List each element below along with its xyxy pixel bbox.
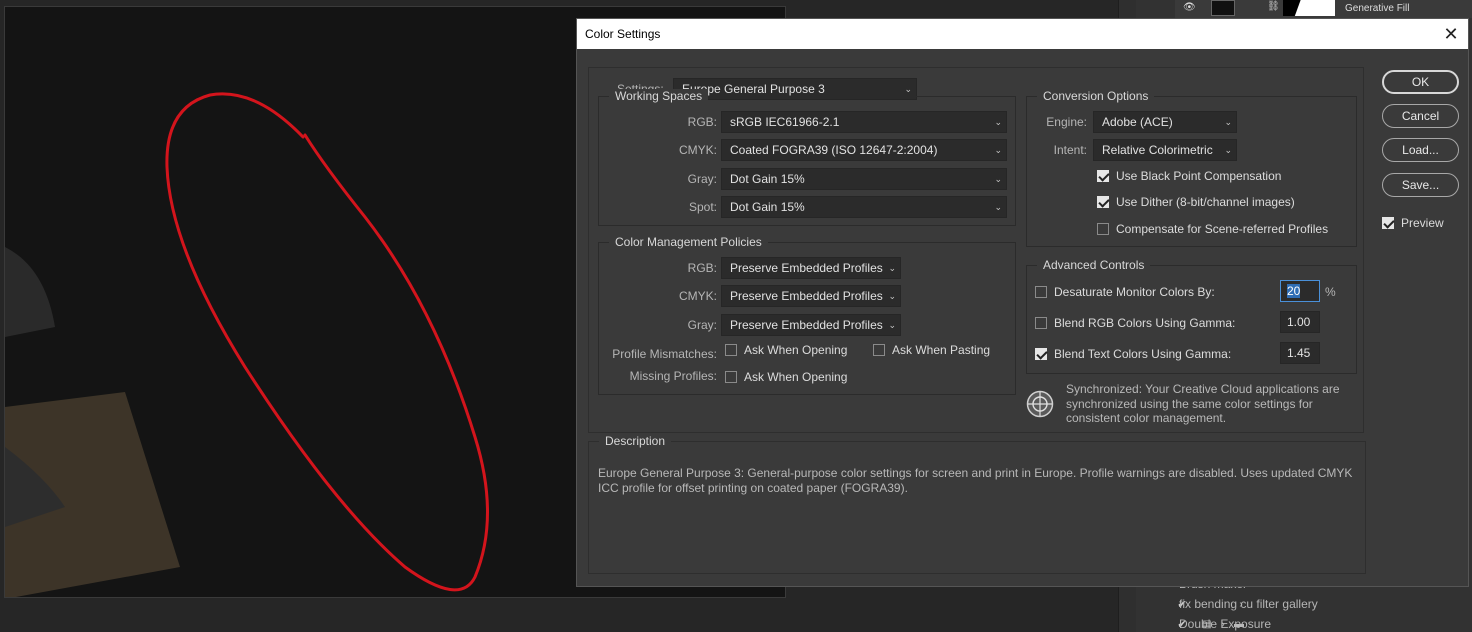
sync-status-text: Synchronized: Your Creative Cloud applic… xyxy=(1066,382,1340,425)
chevron-down-icon: ⌄ xyxy=(1224,145,1232,155)
dialog-title: Color Settings xyxy=(585,27,661,41)
scene-referred-checkbox[interactable]: Compensate for Scene-referred Profiles xyxy=(1097,222,1328,236)
working-spot-select[interactable]: Dot Gain 15% ⌄ xyxy=(721,196,1007,218)
black-point-compensation-checkbox[interactable]: Use Black Point Compensation xyxy=(1097,169,1281,183)
chevron-down-icon: ⌄ xyxy=(888,320,896,330)
layer-generative-fill[interactable]: 👁 ⛓ Generative Fill xyxy=(1175,0,1472,18)
mismatch-ask-opening-checkbox[interactable]: Ask When Opening xyxy=(725,343,847,357)
load-button[interactable]: Load... xyxy=(1382,138,1459,162)
sync-globe-icon xyxy=(1026,390,1054,418)
use-dither-checkbox[interactable]: Use Dither (8-bit/channel images) xyxy=(1097,195,1295,209)
layer-name: Double Exposure xyxy=(1179,617,1272,631)
rgb-label: RGB: xyxy=(687,115,717,129)
settings-group: Settings: Europe General Purpose 3⌄ Work… xyxy=(588,67,1364,433)
spot-label: Spot: xyxy=(688,200,717,214)
chevron-down-icon: ⌄ xyxy=(994,202,1002,212)
ok-button[interactable]: OK xyxy=(1382,70,1459,94)
working-rgb-select[interactable]: sRGB IEC61966-2.1 ⌄ xyxy=(721,111,1007,133)
missing-profiles-label: Missing Profiles: xyxy=(629,369,717,383)
layer-mask-thumbnail xyxy=(1283,0,1335,16)
blend-text-gamma-input[interactable]: 1.45 xyxy=(1280,342,1320,364)
link-chain-icon[interactable]: ⛓ xyxy=(1267,1,1280,12)
dialog-titlebar: Color Settings ✕ xyxy=(577,19,1468,49)
advanced-controls-title: Advanced Controls xyxy=(1037,258,1151,272)
save-button[interactable]: Save... xyxy=(1382,173,1459,197)
working-cmyk-select[interactable]: Coated FOGRA39 (ISO 12647-2:2004) ⌄ xyxy=(721,139,1007,161)
desaturate-checkbox[interactable]: Desaturate Monitor Colors By: xyxy=(1035,285,1215,299)
cmyk-label: CMYK: xyxy=(678,143,717,157)
layer-row[interactable]: ✔ › fix bending cu filter gallery xyxy=(1175,594,1472,614)
gray-label: Gray: xyxy=(687,172,717,186)
percent-label: % xyxy=(1325,285,1336,299)
layer-name: fix bending cu filter gallery xyxy=(1179,597,1318,611)
engine-label: Engine: xyxy=(1046,115,1087,129)
policy-rgb-label: RGB: xyxy=(687,261,717,275)
chevron-down-icon: ⌄ xyxy=(888,263,896,273)
missing-ask-opening-checkbox[interactable]: Ask When Opening xyxy=(725,370,847,384)
mismatch-ask-pasting-checkbox[interactable]: Ask When Pasting xyxy=(873,343,990,357)
profile-mismatches-label: Profile Mismatches: xyxy=(612,347,717,361)
chevron-down-icon: ⌄ xyxy=(1224,117,1232,127)
blend-rgb-gamma-input[interactable]: 1.00 xyxy=(1280,311,1320,333)
preview-checkbox[interactable]: Preview xyxy=(1382,216,1444,230)
red-ellipse-annotation xyxy=(165,92,489,592)
description-text: Europe General Purpose 3: General-purpos… xyxy=(598,466,1353,495)
intent-label: Intent: xyxy=(1053,143,1087,157)
chevron-down-icon: ⌄ xyxy=(994,145,1002,155)
chevron-down-icon: ⌄ xyxy=(994,117,1002,127)
policies-group: Color Management Policies RGB: Preserve … xyxy=(598,235,1016,395)
advanced-controls-group: Advanced Controls Desaturate Monitor Col… xyxy=(1026,258,1357,374)
working-gray-select[interactable]: Dot Gain 15% ⌄ xyxy=(721,168,1007,190)
layer-name: Generative Fill xyxy=(1345,3,1410,14)
layer-thumbnail xyxy=(1211,0,1235,16)
chevron-down-icon: ⌄ xyxy=(994,174,1002,184)
policy-gray-select[interactable]: Preserve Embedded Profiles ⌄ xyxy=(721,314,901,336)
policy-rgb-select[interactable]: Preserve Embedded Profiles ⌄ xyxy=(721,257,901,279)
conversion-options-title: Conversion Options xyxy=(1037,89,1155,103)
working-spaces-title: Working Spaces xyxy=(609,89,709,103)
engine-select[interactable]: Adobe (ACE) ⌄ xyxy=(1093,111,1237,133)
policy-cmyk-select[interactable]: Preserve Embedded Profiles ⌄ xyxy=(721,285,901,307)
layer-row[interactable]: ✔ ▤ › ▬ Double Exposure xyxy=(1175,614,1472,632)
description-title: Description xyxy=(599,434,672,448)
desaturate-input[interactable]: 20 xyxy=(1280,280,1320,302)
policies-title: Color Management Policies xyxy=(609,235,768,249)
close-icon[interactable]: ✕ xyxy=(1440,23,1462,45)
chevron-down-icon: ⌄ xyxy=(888,291,896,301)
blend-text-gamma-checkbox[interactable]: Blend Text Colors Using Gamma: xyxy=(1035,347,1231,361)
color-settings-dialog: Color Settings ✕ Settings: Europe Genera… xyxy=(576,18,1469,587)
visibility-eye-icon[interactable]: 👁 xyxy=(1183,2,1196,13)
intent-select[interactable]: Relative Colorimetric ⌄ xyxy=(1093,139,1237,161)
blend-rgb-gamma-checkbox[interactable]: Blend RGB Colors Using Gamma: xyxy=(1035,316,1235,330)
conversion-options-group: Conversion Options Engine: Adobe (ACE) ⌄ … xyxy=(1026,89,1357,247)
description-group: Description Europe General Purpose 3: Ge… xyxy=(588,434,1366,574)
cancel-button[interactable]: Cancel xyxy=(1382,104,1459,128)
policy-cmyk-label: CMYK: xyxy=(678,289,717,303)
policy-gray-label: Gray: xyxy=(687,318,717,332)
working-spaces-group: Working Spaces RGB: sRGB IEC61966-2.1 ⌄ C… xyxy=(598,89,1016,226)
